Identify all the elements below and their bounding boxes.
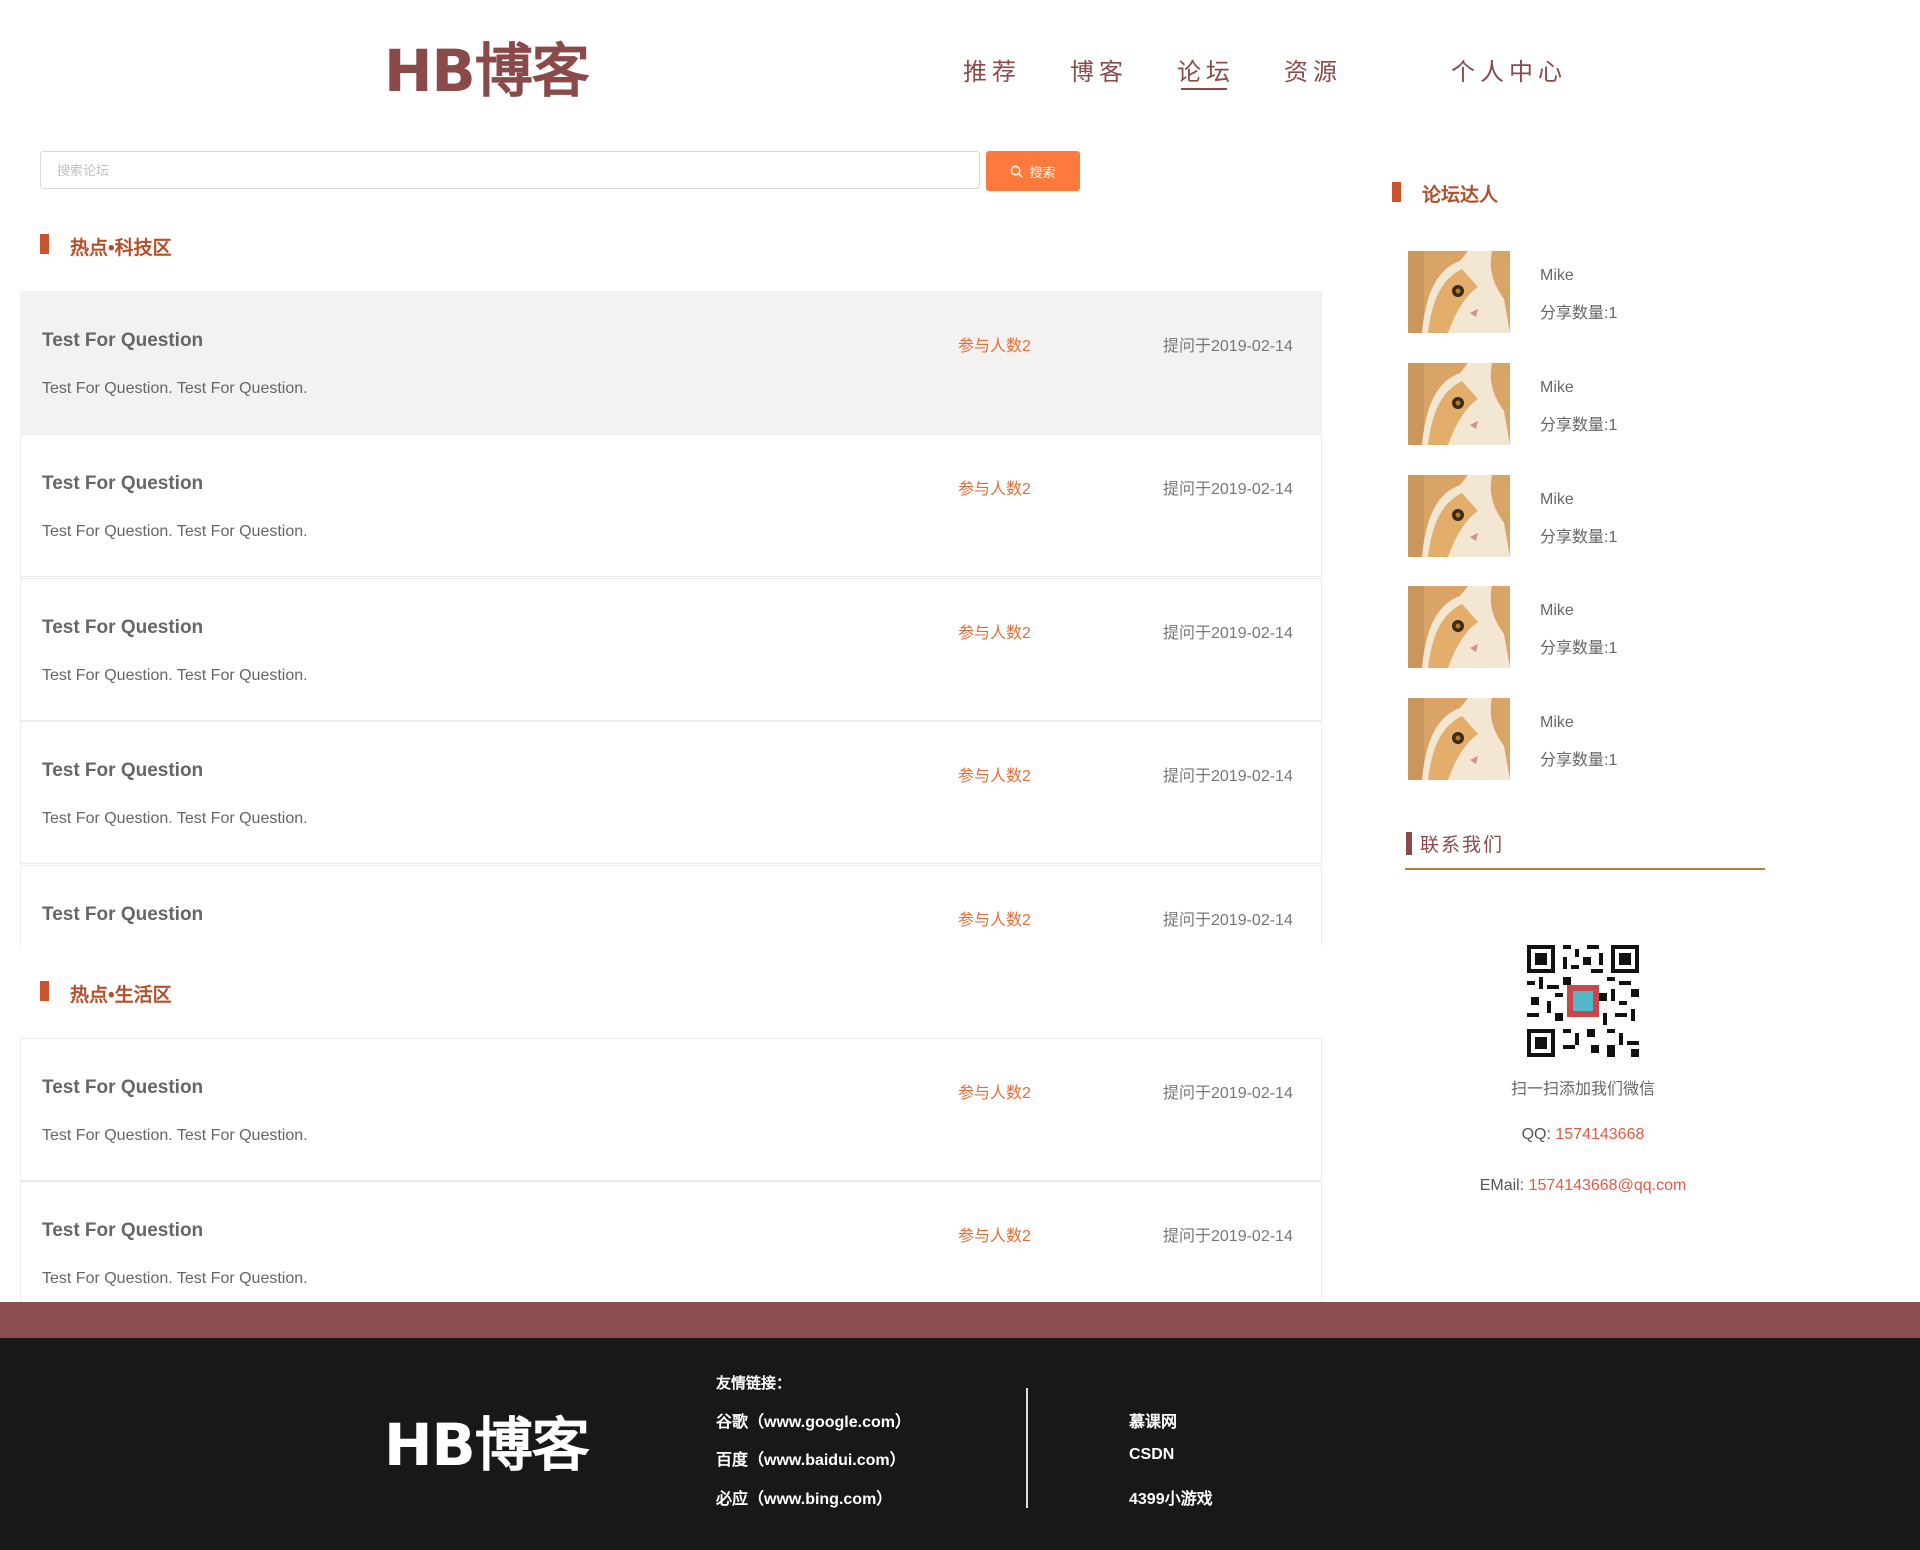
footer-link-google[interactable]: 谷歌（www.google.com） — [716, 1408, 911, 1432]
contact-title: 联系我们 — [1406, 830, 1504, 857]
expert-share-count: 分享数量:1 — [1540, 752, 1618, 769]
participant-count: 参与人数2 — [958, 768, 1031, 785]
footer-link-csdn[interactable]: CSDN — [1129, 1446, 1174, 1464]
contact-divider — [1405, 868, 1765, 870]
expert-share-count: 分享数量:1 — [1540, 417, 1618, 434]
footer-logo[interactable]: HB博客 — [384, 1410, 590, 1480]
question-title[interactable]: Test For Question — [42, 760, 203, 782]
header: HB博客 推荐 博客 论坛 资源 个人中心 — [0, 0, 1920, 130]
question-list-tech: Test For Question 参与人数2 提问于2019-02-14 Te… — [20, 291, 1322, 946]
qq-number[interactable]: 1574143668 — [1555, 1126, 1644, 1143]
contact-email: EMail: 1574143668@qq.com — [1383, 1177, 1783, 1195]
footer-link-4399[interactable]: 4399小游戏 — [1129, 1485, 1213, 1509]
participant-count: 参与人数2 — [958, 481, 1031, 498]
search-button[interactable]: 搜索 — [986, 151, 1080, 191]
question-date: 提问于2019-02-14 — [1163, 625, 1293, 642]
question-card[interactable]: Test For Question 参与人数2 提问于2019-02-14 Te… — [20, 1038, 1322, 1181]
expert-name[interactable]: Mike — [1540, 491, 1574, 509]
question-title[interactable]: Test For Question — [42, 904, 203, 926]
question-card[interactable]: Test For Question 参与人数2 提问于2019-02-14 Te… — [20, 434, 1322, 577]
question-desc: Test For Question. Test For Question. — [42, 1127, 308, 1144]
qr-caption: 扫一扫添加我们微信 — [1510, 1081, 1655, 1098]
question-desc: Test For Question. Test For Question. — [42, 810, 308, 827]
nav-item-blog[interactable]: 博客 — [1070, 52, 1128, 87]
expert-share-count: 分享数量:1 — [1540, 305, 1618, 322]
search-icon — [1011, 165, 1024, 178]
question-title[interactable]: Test For Question — [42, 473, 203, 495]
expert-item[interactable]: Mike 分享数量:1 — [1408, 251, 1788, 333]
wechat-qr-code — [1527, 945, 1639, 1057]
search-input[interactable] — [40, 151, 980, 189]
question-date: 提问于2019-02-14 — [1163, 338, 1293, 355]
footer-link-imooc[interactable]: 慕课网 — [1129, 1408, 1177, 1432]
expert-item[interactable]: Mike 分享数量:1 — [1408, 363, 1788, 445]
question-card[interactable]: Test For Question 参与人数2 提问于2019-02-14 Te… — [20, 1181, 1322, 1302]
expert-name[interactable]: Mike — [1540, 267, 1574, 285]
avatar[interactable] — [1408, 251, 1510, 333]
footer-divider — [1026, 1388, 1028, 1508]
question-desc: Test For Question. Test For Question. — [42, 1270, 308, 1287]
question-desc: Test For Question. Test For Question. — [42, 667, 308, 684]
avatar[interactable] — [1408, 363, 1510, 445]
participant-count: 参与人数2 — [958, 625, 1031, 642]
participant-count: 参与人数2 — [958, 1085, 1031, 1102]
expert-name[interactable]: Mike — [1540, 602, 1574, 620]
section-title-tech: 热点•科技区 — [40, 233, 172, 260]
contact-qq: QQ: 1574143668 — [1383, 1126, 1783, 1144]
question-date: 提问于2019-02-14 — [1163, 1085, 1293, 1102]
nav-item-forum[interactable]: 论坛 — [1177, 52, 1235, 90]
footer-link-bing[interactable]: 必应（www.bing.com） — [716, 1485, 892, 1509]
expert-name[interactable]: Mike — [1540, 379, 1574, 397]
question-title[interactable]: Test For Question — [42, 330, 203, 352]
avatar[interactable] — [1408, 698, 1510, 780]
footer-link-baidu[interactable]: 百度（www.baidui.com） — [716, 1446, 906, 1470]
question-card[interactable]: Test For Question 参与人数2 提问于2019-02-14 — [20, 865, 1322, 946]
nav-item-recommend[interactable]: 推荐 — [963, 52, 1021, 87]
question-date: 提问于2019-02-14 — [1163, 481, 1293, 498]
email-label: EMail: — [1479, 1177, 1529, 1194]
section-title-life: 热点•生活区 — [40, 980, 172, 1007]
participant-count: 参与人数2 — [958, 338, 1031, 355]
question-date: 提问于2019-02-14 — [1163, 912, 1293, 929]
question-card[interactable]: Test For Question 参与人数2 提问于2019-02-14 Te… — [20, 721, 1322, 864]
question-title[interactable]: Test For Question — [42, 617, 203, 639]
footer: HB博客 友情链接： 谷歌（www.google.com） 百度（www.bai… — [0, 1338, 1920, 1550]
avatar[interactable] — [1408, 586, 1510, 668]
question-list-life: Test For Question 参与人数2 提问于2019-02-14 Te… — [20, 1038, 1322, 1302]
expert-item[interactable]: Mike 分享数量:1 — [1408, 586, 1788, 668]
question-desc: Test For Question. Test For Question. — [42, 523, 308, 540]
question-date: 提问于2019-02-14 — [1163, 768, 1293, 785]
question-card[interactable]: Test For Question 参与人数2 提问于2019-02-14 Te… — [20, 578, 1322, 721]
avatar[interactable] — [1408, 475, 1510, 557]
search-button-label: 搜索 — [1029, 164, 1056, 180]
question-card[interactable]: Test For Question 参与人数2 提问于2019-02-14 Te… — [20, 291, 1322, 434]
nav-item-profile[interactable]: 个人中心 — [1451, 52, 1567, 87]
question-title[interactable]: Test For Question — [42, 1077, 203, 1099]
expert-share-count: 分享数量:1 — [1540, 529, 1618, 546]
participant-count: 参与人数2 — [958, 1228, 1031, 1245]
question-title[interactable]: Test For Question — [42, 1220, 203, 1242]
question-date: 提问于2019-02-14 — [1163, 1228, 1293, 1245]
footer-links-title: 友情链接： — [716, 1375, 792, 1392]
expert-item[interactable]: Mike 分享数量:1 — [1408, 475, 1788, 557]
email-address[interactable]: 1574143668@qq.com — [1529, 1177, 1687, 1194]
experts-title: 论坛达人 — [1392, 180, 1498, 207]
logo[interactable]: HB博客 — [384, 36, 590, 106]
question-desc: Test For Question. Test For Question. — [42, 380, 308, 397]
footer-band — [0, 1302, 1920, 1338]
expert-name[interactable]: Mike — [1540, 714, 1574, 732]
participant-count: 参与人数2 — [958, 912, 1031, 929]
qq-label: QQ: — [1521, 1126, 1556, 1143]
expert-item[interactable]: Mike 分享数量:1 — [1408, 698, 1788, 780]
nav-item-resources[interactable]: 资源 — [1284, 52, 1342, 87]
expert-share-count: 分享数量:1 — [1540, 640, 1618, 657]
